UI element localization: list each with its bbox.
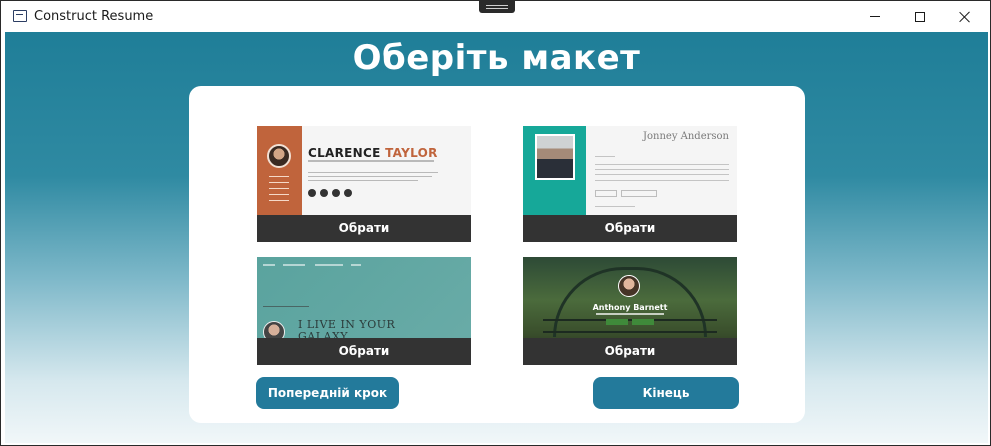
finish-button[interactable]: Кінець	[593, 377, 739, 409]
page-title: Оберіть макет	[352, 38, 641, 78]
maximize-button[interactable]	[897, 1, 943, 32]
avatar	[535, 134, 575, 180]
minimize-button[interactable]	[852, 1, 898, 32]
previous-step-button[interactable]: Попередній крок	[256, 377, 399, 409]
avatar	[618, 275, 640, 297]
template-2-name: Jonney Anderson	[642, 131, 729, 142]
select-template-2-button[interactable]: Обрати	[523, 215, 737, 242]
template-4-name: Anthony Barnett	[592, 303, 668, 312]
select-template-1-button[interactable]: Обрати	[257, 215, 471, 242]
close-icon	[959, 11, 971, 23]
window-title: Construct Resume	[34, 9, 154, 24]
layout-picker-card: CLARENCE TAYLOR Обрати Jonney Anderson О…	[189, 86, 805, 423]
select-template-3-button[interactable]: Обрати	[257, 338, 471, 365]
minimize-icon	[870, 16, 880, 17]
app-window: Construct Resume Оберіть макет CLARENCE …	[0, 0, 991, 446]
app-icon	[13, 10, 27, 22]
template-card-3[interactable]: I LIVE IN YOUR GALAXY Обрати	[257, 257, 471, 365]
template-card-1[interactable]: CLARENCE TAYLOR Обрати	[257, 126, 471, 242]
template-1-name: CLARENCE TAYLOR	[308, 146, 438, 160]
maximize-icon	[915, 11, 925, 22]
select-template-4-button[interactable]: Обрати	[523, 338, 737, 365]
main-content: Оберіть макет CLARENCE TAYLOR Обрати Jon…	[5, 32, 988, 443]
title-bar[interactable]: Construct Resume	[1, 1, 990, 32]
template-card-2[interactable]: Jonney Anderson Обрати	[523, 126, 737, 242]
close-button[interactable]	[942, 1, 988, 32]
avatar	[267, 144, 291, 168]
drag-handle-icon[interactable]	[479, 1, 515, 13]
template-card-4[interactable]: Anthony Barnett Обрати	[523, 257, 737, 365]
